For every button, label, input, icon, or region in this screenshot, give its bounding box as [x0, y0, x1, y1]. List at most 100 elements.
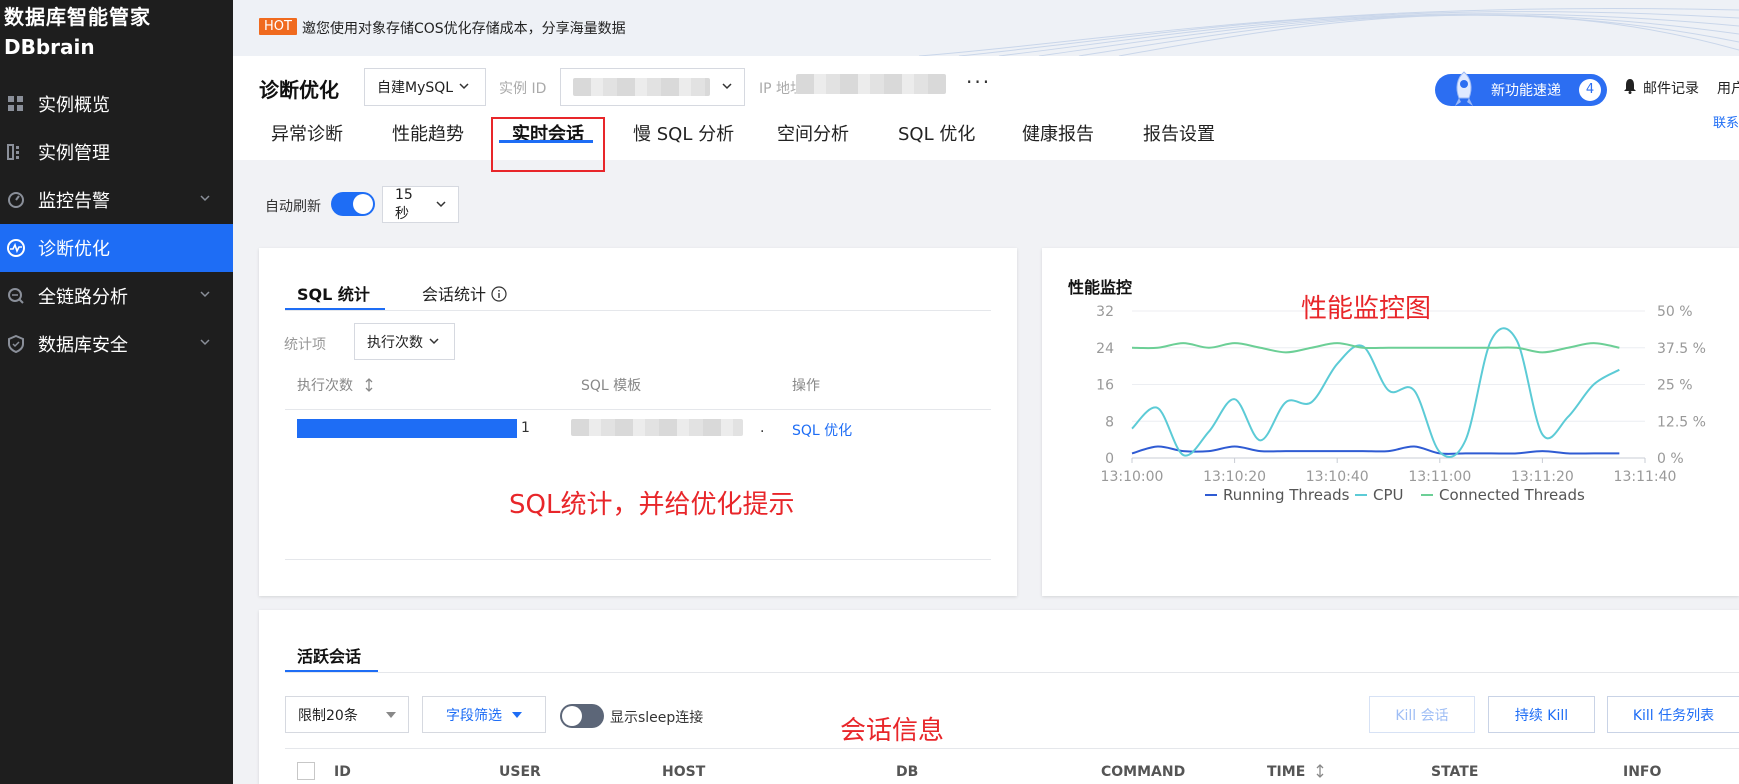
- column-time-label: TIME: [1267, 764, 1306, 780]
- column-id: ID: [334, 764, 351, 780]
- column-sql-template: SQL 模板: [581, 378, 642, 394]
- column-time[interactable]: TIME: [1267, 764, 1326, 780]
- column-info: INFO: [1623, 764, 1662, 780]
- x-tick: 13:11:00: [1408, 469, 1471, 485]
- x-tick: 13:10:00: [1101, 469, 1164, 485]
- mail-log-link[interactable]: 邮件记录: [1623, 78, 1699, 98]
- column-exec-count-label: 执行次数: [297, 378, 353, 394]
- tab-performance-trend[interactable]: 性能趋势: [392, 120, 464, 146]
- x-tick: 13:11:40: [1614, 469, 1677, 485]
- sidebar-item-security[interactable]: 数据库安全: [0, 320, 233, 368]
- column-user: USER: [499, 764, 541, 780]
- y-tick-right: 50 %: [1657, 304, 1693, 320]
- tab-report-settings[interactable]: 报告设置: [1143, 120, 1215, 146]
- tab-health-report[interactable]: 健康报告: [1022, 120, 1094, 146]
- sidebar: 数据库智能管家 DBbrain 实例概览 实例管理 监控告警 诊断优化 全链路分…: [0, 0, 233, 784]
- divider: [285, 409, 991, 410]
- grid-icon: [6, 94, 26, 114]
- stat-item-label: 统计项: [284, 337, 326, 353]
- kill-task-list-button[interactable]: Kill 任务列表: [1607, 696, 1739, 733]
- db-type-value: 自建MySQL: [377, 80, 454, 96]
- brand: 数据库智能管家 DBbrain: [0, 0, 233, 64]
- more-icon[interactable]: ···: [966, 70, 991, 94]
- annotation-session: 会话信息: [840, 716, 945, 746]
- sort-icon[interactable]: [357, 378, 375, 394]
- caret-down-icon: [386, 707, 396, 723]
- y-tick-right: 12.5 %: [1657, 414, 1706, 430]
- y-tick-right: 0 %: [1657, 451, 1684, 467]
- y-tick-left: 8: [1105, 414, 1114, 430]
- limit-value: 限制20条: [298, 707, 358, 724]
- refresh-interval-select[interactable]: 15 秒: [382, 186, 459, 223]
- new-feature-button[interactable]: 新功能速递 4: [1435, 71, 1607, 106]
- exec-count-bar: [297, 419, 517, 438]
- chevron-down-icon: [429, 334, 439, 350]
- sql-template-suffix: .: [760, 420, 765, 436]
- kill-session-button[interactable]: Kill 会话: [1369, 696, 1475, 733]
- tab-sql-optimize[interactable]: SQL 优化: [898, 120, 975, 146]
- y-tick-left: 0: [1105, 451, 1114, 467]
- show-sleep-label: 显示sleep连接: [610, 710, 704, 726]
- page-title: 诊断优化: [259, 78, 339, 102]
- sidebar-item-trace[interactable]: 全链路分析: [0, 272, 233, 320]
- divider: [285, 559, 991, 560]
- y-tick-left: 32: [1096, 304, 1114, 320]
- list-icon: [6, 142, 26, 162]
- field-filter-select[interactable]: 字段筛选: [422, 696, 546, 733]
- y-tick-right: 25 %: [1657, 378, 1693, 394]
- user-menu[interactable]: 用户: [1717, 78, 1739, 98]
- column-exec-count[interactable]: 执行次数: [297, 375, 375, 395]
- banner-wave-decoration: [919, 7, 1739, 56]
- banner-text[interactable]: 邀您使用对象存储COS优化存储成本，分享海量数据: [302, 18, 626, 38]
- perf-monitor-card: 性能监控 0 8 16 24 32 0 % 12.5 % 25 % 37.5 % 50 % 13:1…: [1042, 248, 1739, 596]
- sidebar-item-label: 实例概览: [38, 95, 110, 116]
- new-feature-count: 4: [1579, 79, 1601, 101]
- sidebar-item-overview[interactable]: 实例概览: [0, 80, 233, 128]
- divider: [285, 672, 1739, 673]
- column-host: HOST: [662, 764, 706, 780]
- tab-space-analysis[interactable]: 空间分析: [777, 120, 849, 146]
- info-icon[interactable]: [491, 285, 507, 304]
- limit-select[interactable]: 限制20条: [285, 696, 409, 733]
- toggle-knob: [353, 194, 373, 214]
- sort-icon[interactable]: [1310, 764, 1326, 780]
- shield-icon: [6, 334, 26, 354]
- show-sleep-toggle[interactable]: [560, 704, 604, 728]
- active-session-card: 活跃会话 限制20条 字段筛选 显示sleep连接 会话信息 Kill 会话 持…: [259, 610, 1739, 784]
- select-all-checkbox[interactable]: [297, 762, 315, 780]
- promo-banner[interactable]: HOT 邀您使用对象存储COS优化存储成本，分享海量数据: [233, 0, 1739, 56]
- sidebar-item-instances[interactable]: 实例管理: [0, 128, 233, 176]
- field-filter-label: 字段筛选: [446, 707, 502, 724]
- keep-kill-button[interactable]: 持续 Kill: [1488, 696, 1595, 733]
- y-tick-right: 37.5 %: [1657, 341, 1706, 357]
- y-tick-left: 24: [1096, 341, 1114, 357]
- tab-anomaly[interactable]: 异常诊断: [271, 120, 343, 146]
- chevron-down-icon: [722, 79, 732, 95]
- tab-sql-stats[interactable]: SQL 统计: [297, 281, 370, 305]
- tab-active-session[interactable]: 活跃会话: [297, 643, 361, 667]
- legend-cpu-label: CPU: [1373, 486, 1404, 504]
- sidebar-item-monitor[interactable]: 监控告警: [0, 176, 233, 224]
- stat-item-select[interactable]: 执行次数: [354, 323, 455, 360]
- highlight-box: [491, 117, 605, 172]
- db-type-select[interactable]: 自建MySQL: [364, 68, 486, 106]
- gauge-icon: [6, 190, 26, 210]
- redacted-ip: [796, 74, 946, 94]
- x-tick: 13:11:20: [1511, 469, 1574, 485]
- tab-slow-sql[interactable]: 慢 SQL 分析: [633, 120, 734, 146]
- sql-stats-card: SQL 统计 会话统计 统计项 执行次数 执行次数 SQL 模板 操作 1 . …: [259, 248, 1017, 596]
- sql-optimize-link[interactable]: SQL 优化: [792, 420, 852, 440]
- chevron-down-icon: [199, 336, 211, 348]
- legend-connected-threads-label: Connected Threads: [1439, 486, 1585, 504]
- legend-running-threads-label: Running Threads: [1223, 486, 1350, 504]
- column-db: DB: [896, 764, 919, 780]
- instance-id-select[interactable]: [560, 68, 745, 106]
- tab-session-stats[interactable]: 会话统计: [422, 281, 507, 305]
- pulse-icon: [6, 238, 26, 258]
- refresh-interval-value: 15 秒: [395, 186, 413, 222]
- annotation-sql: SQL统计，并给优化提示: [509, 490, 795, 520]
- annotation-perf: 性能监控图: [1301, 294, 1432, 324]
- sidebar-item-diagnosis[interactable]: 诊断优化: [0, 224, 233, 272]
- auto-refresh-toggle[interactable]: [331, 192, 375, 216]
- divider: [285, 310, 991, 311]
